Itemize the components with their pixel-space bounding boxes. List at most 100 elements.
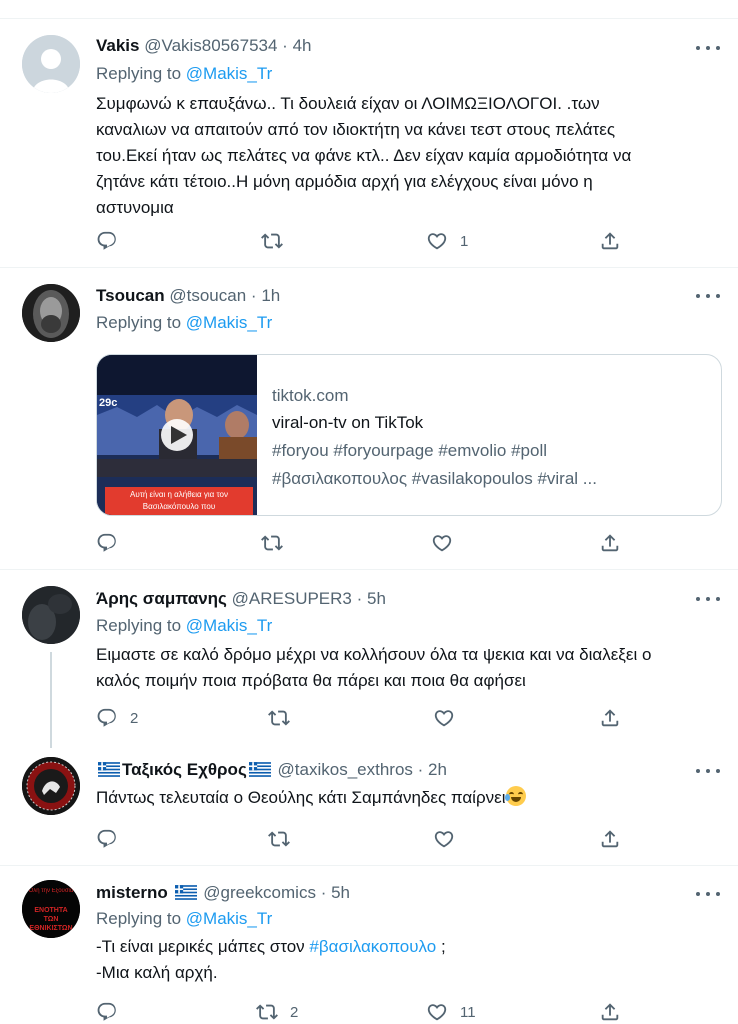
- username[interactable]: @greekcomics: [203, 883, 316, 902]
- text-line: αστυνομια: [96, 198, 174, 217]
- thumbnail-temperature: 29c: [99, 397, 118, 409]
- tweet-header: Ταξικός Εχθρος @taxikos_exthros · 2h: [96, 759, 447, 781]
- text-line: Ειμαστε σε καλό δρόμο μέχρι να κολλήσουν…: [96, 645, 652, 664]
- mention-link[interactable]: @Makis_Tr: [186, 616, 273, 635]
- action-bar: 2: [96, 706, 636, 730]
- replying-prefix: Replying to: [96, 64, 186, 83]
- share-icon: [599, 230, 621, 252]
- reply-icon: [96, 532, 118, 554]
- like-button[interactable]: [431, 531, 465, 555]
- share-button[interactable]: [599, 827, 621, 851]
- share-button[interactable]: [599, 706, 621, 730]
- share-icon: [599, 532, 621, 554]
- tweet-header: Άρης σαμπανης @ARESUPER3 · 5h: [96, 588, 386, 610]
- username[interactable]: @taxikos_exthros: [278, 760, 413, 779]
- retweet-button[interactable]: [268, 706, 302, 730]
- share-button[interactable]: [599, 229, 621, 253]
- heart-icon: [433, 707, 455, 729]
- separator-dot: ·: [356, 589, 363, 608]
- default-profile-icon: [22, 35, 80, 93]
- display-name[interactable]: Ταξικός Εχθρος: [122, 760, 247, 779]
- avatar[interactable]: Όλη την Εξουσία ΕΝΟΤΗΤΑ ΤΩΝ ΕΘΝΙΚΙΣΤΩΝ: [22, 880, 80, 938]
- thread-connector-line: [50, 652, 52, 748]
- text-line: του.Εκεί ήταν ως πελάτες να φάνε κτλ.. Δ…: [96, 146, 632, 165]
- card-domain: tiktok.com: [272, 386, 349, 405]
- more-options-icon[interactable]: [696, 589, 720, 609]
- share-button[interactable]: [599, 1000, 621, 1024]
- timestamp[interactable]: 2h: [428, 760, 447, 779]
- replying-prefix: Replying to: [96, 909, 186, 928]
- card-thumbnail: 29c Αυτή είναι η αλήθεια για τον Βασιλακ…: [97, 355, 257, 515]
- display-name[interactable]: Άρης σαμπανης: [96, 589, 227, 608]
- retweet-count: 2: [290, 1003, 299, 1021]
- timestamp[interactable]: 4h: [293, 36, 312, 55]
- card-description: #foryou #foryourpage #emvolio #poll: [272, 441, 548, 460]
- action-bar: [96, 827, 636, 851]
- username[interactable]: @Vakis80567534: [144, 36, 277, 55]
- mention-link[interactable]: @Makis_Tr: [186, 313, 273, 332]
- reply-button[interactable]: [96, 1000, 130, 1024]
- text-segment: -Τι είναι μερικές μάπες στον: [96, 937, 310, 956]
- replying-to: Replying to @Makis_Tr: [96, 908, 272, 930]
- display-name[interactable]: Vakis: [96, 36, 140, 55]
- like-button[interactable]: [433, 706, 467, 730]
- retweet-icon: [268, 707, 290, 729]
- retweet-button[interactable]: [261, 531, 295, 555]
- display-name[interactable]: misterno: [96, 883, 168, 902]
- like-button[interactable]: 1: [426, 229, 468, 253]
- avatar[interactable]: [22, 757, 80, 815]
- heart-icon: [431, 532, 453, 554]
- avatar[interactable]: [22, 586, 80, 644]
- timestamp[interactable]: 1h: [261, 286, 280, 305]
- heart-icon: [426, 1001, 448, 1023]
- text-line: -Μια καλή αρχή.: [96, 963, 218, 982]
- action-bar: [96, 531, 636, 555]
- avatar[interactable]: [22, 284, 80, 342]
- share-icon: [599, 707, 621, 729]
- greek-flag-icon: [248, 762, 271, 777]
- tweet-header: Vakis @Vakis80567534 · 4h: [96, 35, 312, 57]
- greek-flag-icon: [98, 762, 120, 777]
- heart-icon: [433, 828, 455, 850]
- tweet-vakis[interactable]: Vakis @Vakis80567534 · 4h Replying to @M…: [0, 19, 738, 268]
- retweet-button[interactable]: [261, 229, 295, 253]
- retweet-icon: [261, 230, 283, 252]
- timestamp[interactable]: 5h: [331, 883, 350, 902]
- reply-button[interactable]: 2: [96, 706, 138, 730]
- avatar-default[interactable]: [22, 35, 80, 93]
- more-options-icon[interactable]: [696, 38, 720, 58]
- link-preview-card[interactable]: 29c Αυτή είναι η αλήθεια για τον Βασιλακ…: [96, 354, 722, 516]
- more-options-icon[interactable]: [696, 286, 720, 306]
- share-button[interactable]: [599, 531, 621, 555]
- more-options-icon[interactable]: [696, 761, 720, 781]
- retweet-button[interactable]: 2: [256, 1000, 298, 1024]
- avatar-text: Όλη την Εξουσία: [28, 888, 74, 894]
- tweet-aris[interactable]: Άρης σαμπανης @ARESUPER3 · 5h Replying t…: [0, 570, 738, 743]
- reply-icon: [96, 707, 118, 729]
- mention-link[interactable]: @Makis_Tr: [186, 909, 273, 928]
- text-line: -Τι είναι μερικές μάπες στον #βασιλακοπο…: [96, 934, 716, 960]
- avatar-text: ΕΝΟΤΗΤΑ ΤΩΝ ΕΘΝΙΚΙΣΤΩΝ: [29, 907, 73, 932]
- replying-prefix: Replying to: [96, 313, 186, 332]
- hashtag-link[interactable]: #βασιλακοπουλο: [309, 937, 436, 956]
- like-button[interactable]: [433, 827, 467, 851]
- tweet-tsoucan[interactable]: Tsoucan @tsoucan · 1h Replying to @Makis…: [0, 268, 738, 570]
- username[interactable]: @ARESUPER3: [232, 589, 352, 608]
- tweet-taxikos[interactable]: Ταξικός Εχθρος @taxikos_exthros · 2h Πάν…: [0, 743, 738, 866]
- profile-photo-icon: [22, 586, 80, 644]
- like-button[interactable]: 11: [426, 1000, 476, 1024]
- text-line: καλός ποιμήν ποια πρόβατα θα πάρει και π…: [96, 671, 526, 690]
- username[interactable]: @tsoucan: [169, 286, 246, 305]
- reply-button[interactable]: [96, 229, 130, 253]
- text-line: ζητάνε κάτι τέτοιο..Η μόνη αρμόδια αρχή …: [96, 172, 593, 191]
- retweet-button[interactable]: [268, 827, 302, 851]
- reply-icon: [96, 1001, 118, 1023]
- separator-dot: ·: [282, 36, 288, 55]
- display-name[interactable]: Tsoucan: [96, 286, 165, 305]
- tweet-misterno[interactable]: Όλη την Εξουσία ΕΝΟΤΗΤΑ ΤΩΝ ΕΘΝΙΚΙΣΤΩΝ m…: [0, 866, 738, 1024]
- mention-link[interactable]: @Makis_Tr: [186, 64, 273, 83]
- reply-button[interactable]: [96, 531, 130, 555]
- timestamp[interactable]: 5h: [367, 589, 386, 608]
- reply-button[interactable]: [96, 827, 130, 851]
- more-options-icon[interactable]: [696, 884, 720, 904]
